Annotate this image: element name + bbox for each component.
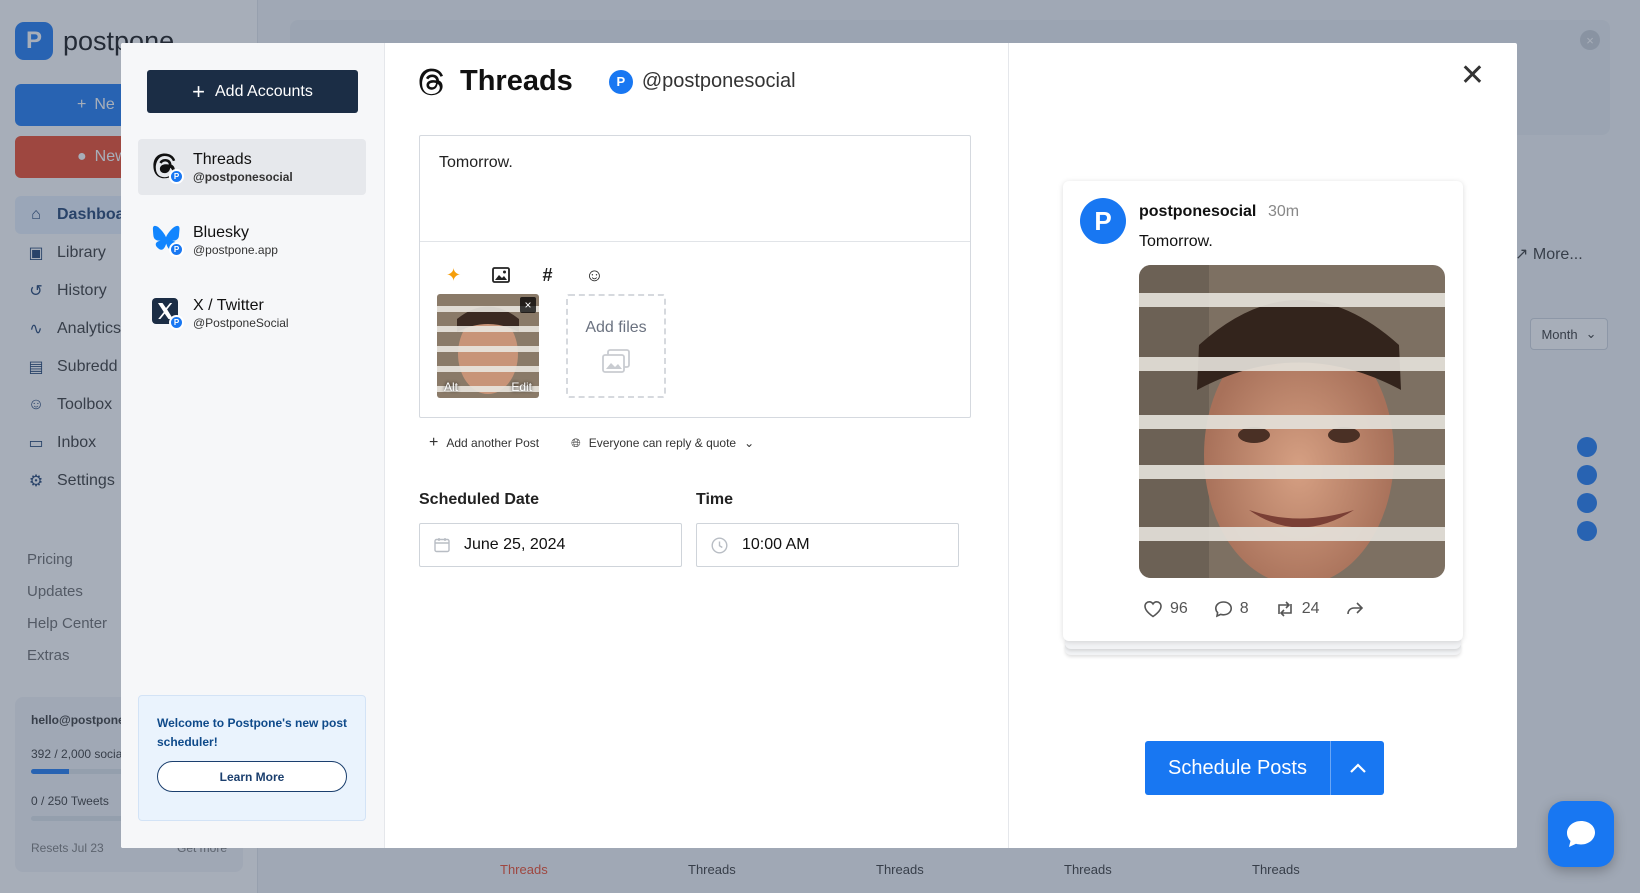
plus-icon: + [192, 78, 205, 104]
preview-panel: ✕ P postponesocial 30m Tomorrow. 96 8 24… [1009, 43, 1517, 848]
preview-timestamp: 30m [1268, 203, 1300, 220]
account-name: Threads [193, 150, 252, 168]
alt-text-button[interactable]: Alt [444, 380, 458, 394]
preview-card: P postponesocial 30m Tomorrow. 96 8 24 [1063, 181, 1463, 641]
composer-header: Threads P @postponesocial [418, 65, 796, 98]
chevron-up-icon [1349, 763, 1366, 773]
preview-username: postponesocial [1139, 203, 1257, 220]
postpone-badge-icon: P [169, 169, 184, 184]
remove-media-icon[interactable]: × [520, 297, 536, 313]
repost-icon [1277, 601, 1292, 617]
chat-support-button[interactable] [1548, 801, 1614, 867]
emoji-icon[interactable]: ☺ [583, 264, 606, 287]
calendar-icon [434, 538, 450, 553]
media-row: × Alt Edit Add files [420, 294, 970, 398]
composer-account: P @postponesocial [608, 69, 796, 94]
postpone-badge-icon: P [169, 242, 184, 257]
clock-icon [711, 536, 728, 554]
account-handle: @postponesocial [193, 169, 293, 184]
threads-icon [419, 68, 443, 95]
post-preview: P postponesocial 30m Tomorrow. 96 8 24 [1063, 181, 1463, 655]
postpone-badge-icon: P [169, 315, 184, 330]
heart-icon [1144, 600, 1162, 618]
time-label: Time [696, 491, 734, 508]
account-name: X / Twitter [193, 296, 264, 314]
schedule-posts-button[interactable]: Schedule Posts [1145, 741, 1330, 795]
blinds-face-image [1139, 265, 1445, 578]
edit-media-button[interactable]: Edit [511, 380, 532, 394]
comment-count: 8 [1214, 600, 1249, 618]
preview-avatar: P [1080, 198, 1126, 244]
preview-image [1139, 265, 1445, 578]
close-icon[interactable]: ✕ [1460, 61, 1485, 91]
create-post-modal: + Add Accounts P Threads @postponesocial P B… [121, 43, 1517, 848]
post-text-input[interactable]: Tomorrow. [420, 136, 970, 242]
bluesky-icon: P [152, 225, 184, 257]
scheduled-date-input[interactable]: June 25, 2024 [419, 523, 682, 567]
account-item-x-twitter[interactable]: P X / Twitter @PostponeSocial [138, 285, 366, 341]
preview-engagement: 96 8 24 [1143, 600, 1364, 618]
account-item-bluesky[interactable]: P Bluesky @postpone.app [138, 212, 366, 268]
account-list: P Threads @postponesocial P Bluesky @postpone… [138, 139, 366, 358]
image-icon[interactable] [489, 264, 512, 287]
account-handle: @postpone.app [193, 242, 278, 257]
chevron-down-icon: ⌄ [744, 436, 755, 450]
schedule-options-toggle[interactable] [1330, 741, 1384, 795]
time-input[interactable]: 10:00 AM [696, 523, 959, 567]
composer-title: Threads [460, 65, 573, 97]
repost-count: 24 [1275, 600, 1320, 618]
media-thumbnail[interactable]: × Alt Edit [437, 294, 539, 398]
gallery-icon [602, 349, 630, 373]
plus-icon: + [429, 434, 439, 451]
add-files-label: Add files [585, 319, 647, 336]
postpone-avatar-icon: P [608, 69, 633, 94]
account-name: Bluesky [193, 223, 250, 241]
like-count: 96 [1143, 600, 1188, 618]
x-twitter-icon: P [152, 298, 184, 330]
scheduled-date-label: Scheduled Date [419, 491, 540, 508]
editor-toolbar: ✦ # ☺ [420, 242, 970, 294]
composer-panel: Threads P @postponesocial Tomorrow. ✦ # … [385, 43, 1009, 848]
account-item-threads[interactable]: P Threads @postponesocial [138, 139, 366, 195]
post-editor: Tomorrow. ✦ # ☺ × Alt Edit Add files [419, 135, 971, 418]
schedule-button-group: Schedule Posts [1145, 741, 1384, 795]
learn-more-button[interactable]: Learn More [157, 761, 347, 792]
post-options: + Add another Post 🌐︎ Everyone can reply… [429, 434, 754, 452]
preview-text: Tomorrow. [1139, 233, 1213, 250]
add-another-post-button[interactable]: + Add another Post [429, 434, 539, 452]
welcome-banner: Welcome to Postpone's new post scheduler… [138, 695, 366, 821]
account-handle: @PostponeSocial [193, 315, 289, 330]
reply-setting-dropdown[interactable]: 🌐︎ Everyone can reply & quote ⌄ [571, 434, 754, 452]
accounts-panel: + Add Accounts P Threads @postponesocial P B… [121, 43, 385, 848]
comment-icon [1214, 601, 1232, 618]
add-files-dropzone[interactable]: Add files [566, 294, 666, 398]
add-accounts-button[interactable]: + Add Accounts [147, 70, 358, 113]
hashtag-icon[interactable]: # [536, 264, 559, 287]
ai-sparkle-icon[interactable]: ✦ [442, 264, 465, 287]
threads-icon: P [152, 152, 184, 184]
welcome-text: Welcome to Postpone's new post scheduler… [157, 716, 347, 749]
share-icon [1346, 601, 1364, 617]
chat-bubble-icon [1567, 821, 1595, 847]
globe-icon: 🌐︎ [571, 435, 581, 450]
